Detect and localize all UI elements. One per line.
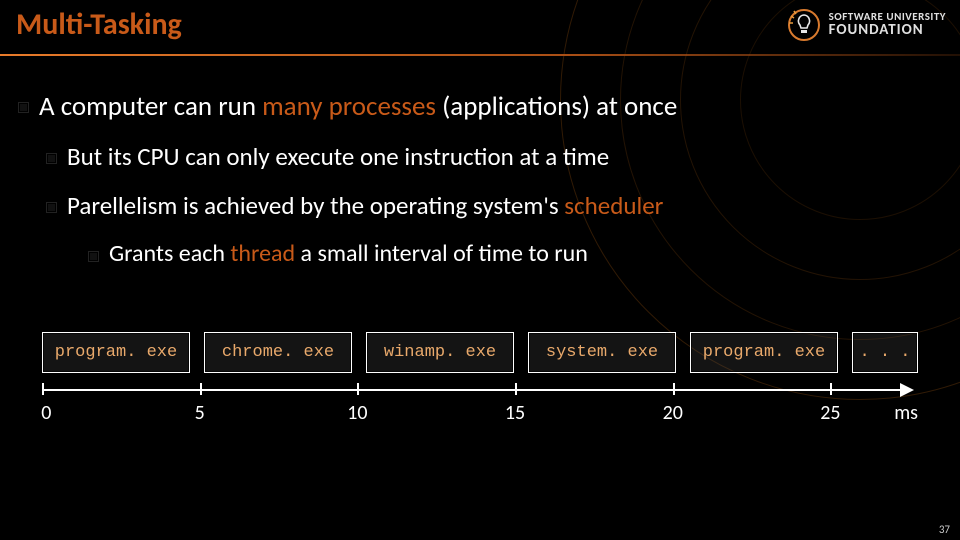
axis-tick-label: 5 (195, 401, 205, 425)
scheduler-timeline: program. exe chrome. exe winamp. exe sys… (42, 332, 918, 419)
bullet-text: Grants each thread a small interval of t… (109, 239, 588, 268)
axis-tick (830, 383, 832, 395)
lightbulb-icon (787, 8, 821, 42)
axis-tick (515, 383, 517, 395)
process-box: winamp. exe (366, 332, 514, 373)
text: Parellelism is achieved by the operating… (67, 190, 564, 221)
content: A computer can run many processes (appli… (18, 90, 942, 286)
process-box: program. exe (690, 332, 838, 373)
logo-line2: FOUNDATION (829, 23, 946, 39)
time-axis: 0 5 10 15 20 25 ms (42, 389, 918, 419)
bullet-icon (88, 251, 99, 262)
logo: SOFTWARE UNIVERSITY FOUNDATION (787, 8, 946, 42)
bullet-icon (18, 102, 29, 113)
text: (applications) at once (436, 90, 677, 123)
text: a small interval of time to run (295, 239, 588, 268)
axis-unit: ms (894, 401, 918, 425)
axis-tick-label: 10 (347, 401, 367, 425)
axis-tick-label: 0 (41, 401, 51, 425)
axis-tick-label: 15 (505, 401, 525, 425)
text: Grants each (109, 239, 230, 268)
slide-title: Multi-Tasking (16, 6, 182, 43)
axis-tick (673, 383, 675, 395)
process-boxes: program. exe chrome. exe winamp. exe sys… (42, 332, 918, 373)
bullet-level3: Grants each thread a small interval of t… (88, 239, 942, 268)
bullet-text: Parellelism is achieved by the operating… (67, 190, 663, 221)
process-box: program. exe (42, 332, 190, 373)
bullet-level2: Parellelism is achieved by the operating… (46, 190, 942, 221)
bullet-icon (46, 202, 57, 213)
bullet-text: A computer can run many processes (appli… (39, 90, 677, 123)
text: A computer can run (39, 90, 262, 123)
process-box-ellipsis: . . . (852, 332, 918, 373)
axis-tick-label: 25 (820, 401, 840, 425)
bullet-level2: But its CPU can only execute one instruc… (46, 141, 942, 172)
axis-tick-label: 20 (663, 401, 683, 425)
page-number: 37 (939, 523, 950, 536)
process-box: system. exe (528, 332, 676, 373)
highlight: scheduler (564, 190, 663, 221)
process-box: chrome. exe (204, 332, 352, 373)
axis-line (42, 389, 900, 391)
bullet-icon (46, 153, 57, 164)
axis-tick (200, 383, 202, 395)
title-underline (0, 54, 960, 56)
arrow-right-icon (900, 383, 914, 397)
highlight: thread (230, 239, 295, 268)
axis-tick (42, 383, 44, 395)
bullet-text: But its CPU can only execute one instruc… (67, 141, 609, 172)
highlight: many processes (262, 90, 436, 123)
bullet-level1: A computer can run many processes (appli… (18, 90, 942, 123)
axis-tick (357, 383, 359, 395)
logo-text: SOFTWARE UNIVERSITY FOUNDATION (829, 11, 946, 38)
